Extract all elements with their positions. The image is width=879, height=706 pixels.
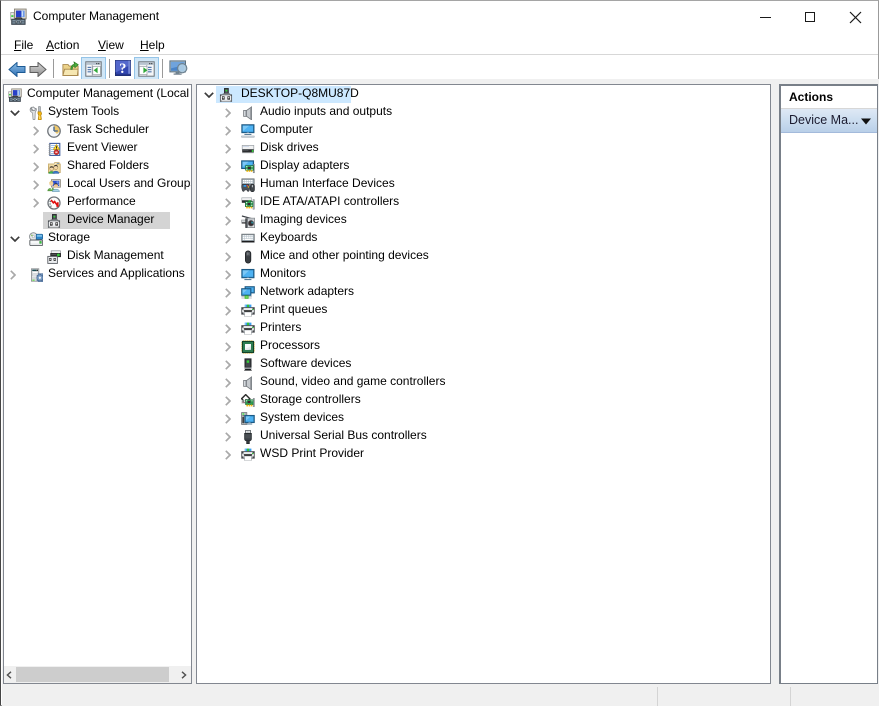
svg-text:?: ? (119, 61, 126, 76)
